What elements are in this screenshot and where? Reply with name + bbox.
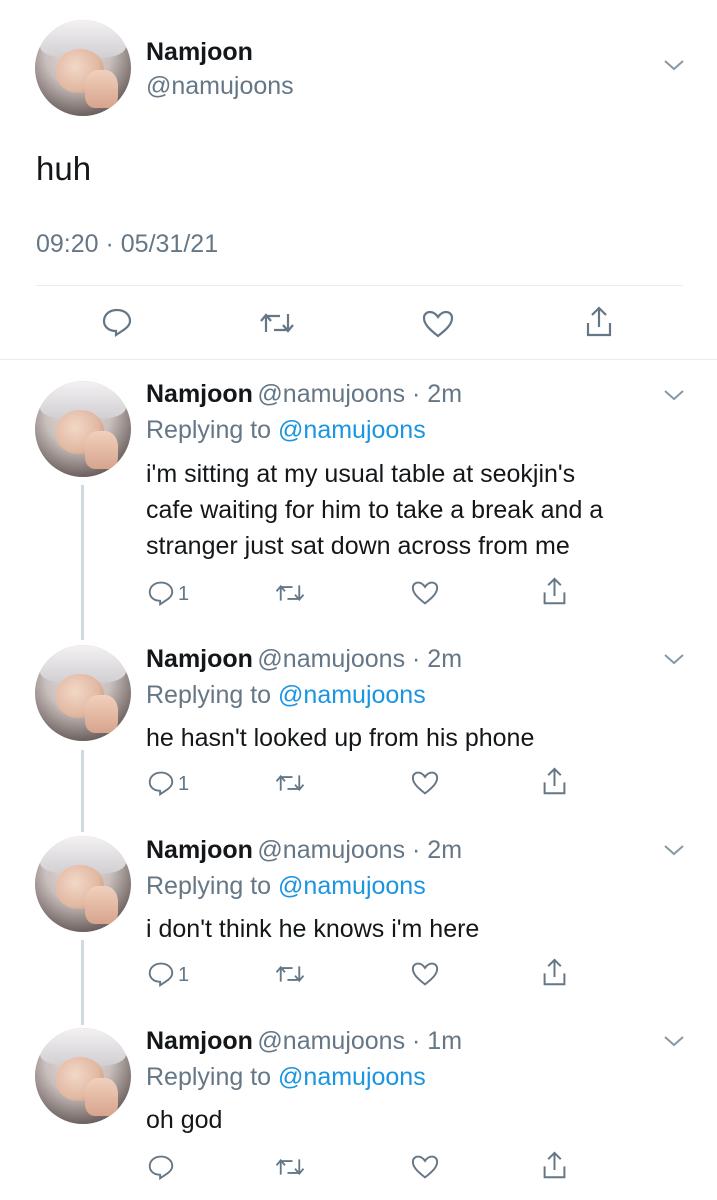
retweet-icon[interactable] (274, 963, 306, 985)
like-icon[interactable] (410, 1154, 440, 1180)
replying-to-handle[interactable]: @namujoons (278, 416, 426, 444)
replying-to-label: Replying to (146, 681, 272, 709)
thread-line (81, 750, 84, 832)
replying-to-label: Replying to (146, 416, 272, 444)
reply-count: 1 (178, 964, 190, 986)
like-icon[interactable] (410, 580, 440, 606)
author-handle[interactable]: @namujoons (146, 72, 294, 101)
tweet-text: he hasn't looked up from his phone (146, 724, 535, 752)
retweet-icon[interactable] (258, 310, 296, 336)
section-divider (0, 359, 717, 360)
author-handle-time[interactable]: @namujoons · 2m (257, 645, 462, 673)
avatar[interactable] (35, 1028, 131, 1124)
tweet-text: i don't think he knows i'm here (146, 915, 480, 943)
reply-icon[interactable] (101, 307, 133, 337)
chevron-down-icon[interactable] (663, 58, 685, 72)
chevron-down-icon[interactable] (663, 843, 685, 857)
replying-to-label: Replying to (146, 872, 272, 900)
author-handle-time[interactable]: @namujoons · 1m (257, 1027, 462, 1055)
reply-count: 1 (178, 773, 190, 795)
author-name[interactable]: Namjoon (146, 645, 253, 673)
chevron-down-icon[interactable] (663, 1034, 685, 1048)
share-icon[interactable] (541, 957, 568, 988)
timestamp: 09:20 · 05/31/21 (36, 230, 219, 258)
retweet-icon[interactable] (274, 582, 306, 604)
reply-icon[interactable] (147, 1154, 175, 1180)
like-icon[interactable] (410, 770, 440, 796)
author-name[interactable]: Namjoon (146, 1027, 253, 1055)
replying-to-label: Replying to (146, 1063, 272, 1091)
avatar[interactable] (35, 381, 131, 477)
avatar[interactable] (35, 20, 131, 116)
tweet-text: huh (36, 150, 92, 187)
share-icon[interactable] (541, 766, 568, 797)
tweet-text: oh god (146, 1106, 223, 1134)
reply-icon[interactable] (147, 580, 175, 606)
reply-icon[interactable] (147, 961, 175, 987)
replying-to-handle[interactable]: @namujoons (278, 681, 426, 709)
author-name[interactable]: Namjoon (146, 836, 253, 864)
tweet-text: i'm sitting at my usual table at seokjin… (146, 460, 604, 560)
avatar[interactable] (35, 836, 131, 932)
author-handle-time[interactable]: @namujoons · 2m (257, 380, 462, 408)
like-icon[interactable] (410, 961, 440, 987)
divider (36, 285, 683, 286)
chevron-down-icon[interactable] (663, 652, 685, 666)
retweet-icon[interactable] (274, 1156, 306, 1178)
author-name[interactable]: Namjoon (146, 38, 253, 67)
author-handle-time[interactable]: @namujoons · 2m (257, 836, 462, 864)
thread-line (81, 485, 84, 640)
share-icon[interactable] (541, 576, 568, 607)
thread-line (81, 940, 84, 1025)
replying-to-handle[interactable]: @namujoons (278, 872, 426, 900)
chevron-down-icon[interactable] (663, 388, 685, 402)
share-icon[interactable] (541, 1150, 568, 1181)
avatar[interactable] (35, 645, 131, 741)
reply-icon[interactable] (147, 770, 175, 796)
like-icon[interactable] (421, 309, 455, 339)
share-icon[interactable] (584, 305, 614, 339)
retweet-icon[interactable] (274, 772, 306, 794)
replying-to-handle[interactable]: @namujoons (278, 1063, 426, 1091)
reply-count: 1 (178, 583, 190, 605)
author-name[interactable]: Namjoon (146, 380, 253, 408)
